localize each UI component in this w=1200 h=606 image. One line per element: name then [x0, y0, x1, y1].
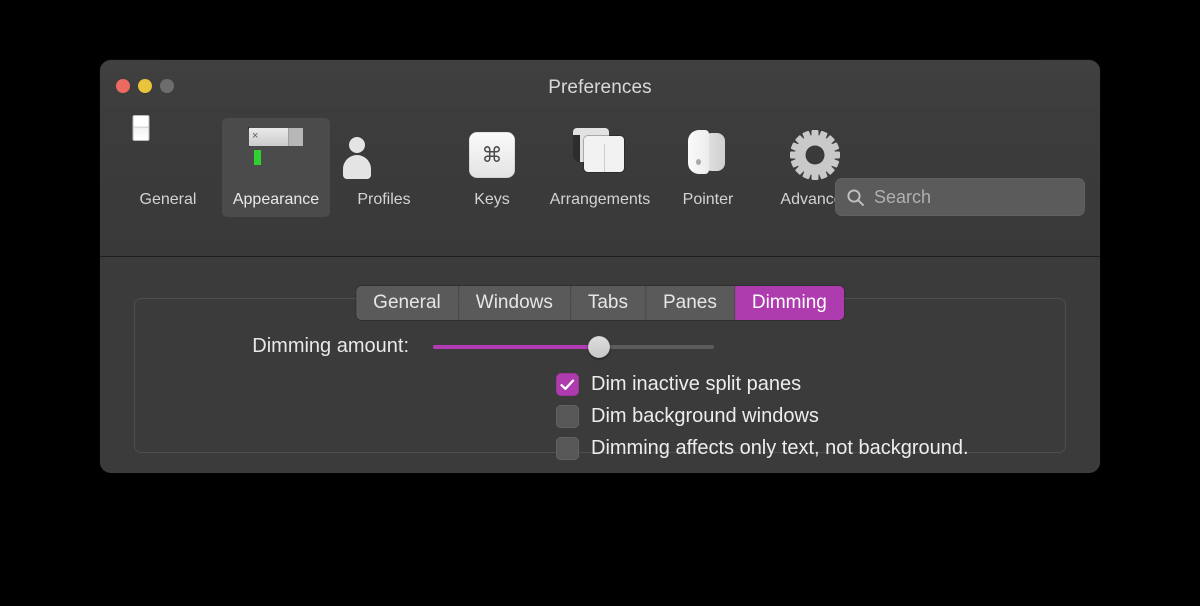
checkbox-row-dim-inactive-split-panes[interactable]: Dim inactive split panes	[556, 373, 969, 396]
dimming-amount-label: Dimming amount:	[252, 335, 409, 357]
preferences-toolbar: General Appearance	[100, 118, 1100, 257]
toolbar-item-label: Appearance	[232, 191, 320, 208]
tab-dimming[interactable]: Dimming	[734, 286, 844, 320]
command-key-icon: ⌘	[465, 128, 519, 182]
checkbox-row-dimming-affects-text-only[interactable]: Dimming affects only text, not backgroun…	[556, 437, 969, 460]
search-field[interactable]: Search	[835, 178, 1085, 216]
toolbar-item-label: General	[139, 191, 197, 208]
search-icon	[847, 188, 864, 206]
dimming-amount-slider[interactable]	[433, 335, 714, 358]
toolbar-item-keys[interactable]: ⌘ Keys	[438, 118, 546, 217]
desktop-background: Preferences General × Appearance Profile…	[0, 0, 1200, 606]
checkbox-dim-background-windows[interactable]	[556, 405, 579, 428]
tab-panes[interactable]: Panes	[646, 286, 735, 320]
toolbar-item-label: Pointer	[682, 191, 734, 208]
toolbar-item-profiles[interactable]: Profiles	[330, 118, 438, 217]
checkbox-label: Dim inactive split panes	[591, 373, 802, 395]
checkbox-dimming-affects-text-only[interactable]	[556, 437, 579, 460]
checkmark-icon	[560, 378, 575, 390]
toolbar-item-label: Arrangements	[549, 191, 651, 208]
slider-knob[interactable]	[587, 335, 610, 358]
checkbox-dim-inactive-split-panes[interactable]	[556, 373, 579, 396]
toolbar-item-appearance[interactable]: Appearance	[222, 118, 330, 217]
terminal-window-icon	[249, 128, 303, 182]
mouse-icon	[681, 128, 735, 182]
toolbar-item-pointer[interactable]: Pointer	[654, 118, 762, 217]
gear-icon	[789, 128, 843, 182]
tab-windows[interactable]: Windows	[458, 286, 571, 320]
checkbox-label: Dimming affects only text, not backgroun…	[591, 437, 969, 459]
appearance-tab-bar: General Windows Tabs Panes Dimming	[356, 286, 844, 320]
preferences-window: Preferences General × Appearance Profile…	[100, 60, 1100, 473]
appearance-content-pane: General Windows Tabs Panes Dimming Dimmi…	[100, 257, 1100, 472]
window-titlebar: Preferences	[100, 60, 1100, 118]
slider-fill	[433, 344, 599, 349]
checkbox-label: Dim background windows	[591, 405, 819, 427]
dimming-options-list: Dim inactive split panes Dim background …	[556, 373, 969, 460]
toggle-switch-icon	[141, 128, 195, 182]
toolbar-item-label: Profiles	[357, 191, 411, 208]
window-title: Preferences	[548, 77, 652, 98]
toolbar-item-arrangements[interactable]: Arrangements	[546, 118, 654, 217]
tab-tabs[interactable]: Tabs	[570, 286, 646, 320]
toolbar-item-general[interactable]: General	[114, 118, 222, 217]
checkbox-row-dim-background-windows[interactable]: Dim background windows	[556, 405, 969, 428]
dimming-amount-row: Dimming amount:	[100, 335, 1100, 358]
person-circle-icon	[343, 128, 411, 182]
toolbar-item-label: Keys	[474, 191, 510, 208]
toolbar-item-list: General Appearance	[114, 118, 870, 217]
tab-general[interactable]: General	[356, 286, 459, 320]
search-input[interactable]: Search	[874, 187, 931, 208]
stacked-windows-icon	[573, 128, 627, 182]
